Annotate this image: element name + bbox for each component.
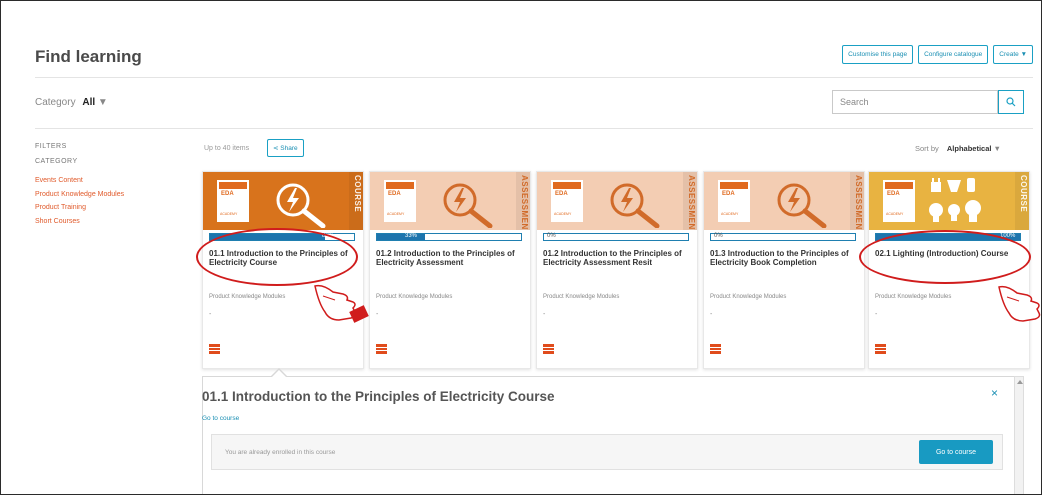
card-category: Product Knowledge Modules (376, 294, 453, 300)
card-type-label: ASSESSMENT (854, 175, 863, 230)
eda-academy-logo: EDA ACADEMY (718, 180, 750, 222)
filter-short-courses[interactable]: Short Courses (35, 218, 124, 232)
divider (35, 128, 1033, 129)
category-selector[interactable]: Category All ▼ (35, 97, 108, 108)
light-bulbs-icon (929, 178, 981, 222)
course-card[interactable]: EDA ACADEMY ASSESSMENT 33% 01.2 Introduc… (369, 171, 531, 369)
card-dash: - (875, 311, 878, 318)
course-type-icon (710, 344, 721, 354)
search-button[interactable] (998, 90, 1024, 114)
card-title[interactable]: 01.2 Introduction to the Principles of E… (376, 249, 524, 267)
progress-bar: 0% (710, 233, 856, 241)
item-count: Up to 40 items (204, 145, 250, 152)
course-type-icon (209, 344, 220, 354)
electricity-magnifier-icon (777, 183, 827, 228)
page-title: Find learning (35, 47, 142, 66)
card-dash: - (710, 311, 713, 318)
card-type-label: COURSE (353, 175, 362, 213)
eda-academy-logo: EDA ACADEMY (883, 180, 915, 222)
header-actions: Customise this page Configure catalogue … (842, 45, 1033, 64)
sort-label: Sort by (915, 144, 939, 153)
filter-product-knowledge-modules[interactable]: Product Knowledge Modules (35, 191, 124, 205)
create-button[interactable]: Create ▼ (993, 45, 1033, 64)
scrollbar[interactable] (1014, 376, 1024, 494)
course-banner: EDA ACADEMY COURSE (203, 172, 363, 230)
electricity-magnifier-icon (610, 183, 660, 228)
course-card[interactable]: EDA ACADEMY ASSESSMENT 0% 01.3 Introduct… (703, 171, 865, 369)
course-banner: EDA ACADEMY ASSESSMENT (537, 172, 697, 230)
filter-events-content[interactable]: Events Content (35, 177, 124, 191)
card-dash: - (543, 311, 546, 318)
card-dash: - (209, 311, 212, 318)
sort-value: Alphabetical (946, 144, 992, 153)
configure-catalogue-button[interactable]: Configure catalogue (918, 45, 989, 64)
card-category: Product Knowledge Modules (875, 294, 952, 300)
eda-academy-logo: EDA ACADEMY (551, 180, 583, 222)
filter-product-training[interactable]: Product Training (35, 204, 124, 218)
share-button[interactable]: ⋖ Share (267, 139, 304, 157)
chevron-down-icon: ▼ (993, 144, 1001, 153)
pointing-hand-icon (998, 285, 1041, 322)
progress-label: 33% (405, 233, 418, 239)
search-input[interactable]: Search (832, 90, 998, 114)
card-category: Product Knowledge Modules (209, 294, 286, 300)
detail-title: 01.1 Introduction to the Principles of E… (202, 389, 555, 404)
course-type-icon (543, 344, 554, 354)
filters-heading: FILTERS (35, 143, 67, 150)
chevron-down-icon: ▼ (97, 97, 108, 108)
share-icon: ⋖ (273, 145, 279, 152)
eda-academy-logo: EDA ACADEMY (384, 180, 416, 222)
card-type-label: COURSE (1019, 175, 1028, 213)
close-icon[interactable]: × (991, 386, 998, 400)
card-title[interactable]: 01.3 Introduction to the Principles of E… (710, 249, 858, 267)
share-label: Share (280, 145, 298, 152)
app-frame: Find learning Customise this page Config… (0, 0, 1042, 495)
course-banner: EDA ACADEMY ASSESSMENT (704, 172, 864, 230)
enrolment-note: You are already enrolled in this course (225, 449, 336, 456)
category-label: Category (35, 97, 76, 108)
category-heading: CATEGORY (35, 158, 78, 165)
category-filter-list: Events Content Product Knowledge Modules… (35, 177, 124, 231)
progress-bar: 33% (376, 233, 522, 241)
progress-label: 0% (714, 233, 723, 239)
go-to-course-button[interactable]: Go to course (919, 440, 993, 464)
card-category: Product Knowledge Modules (710, 294, 787, 300)
card-title[interactable]: 01.2 Introduction to the Principles of E… (543, 249, 691, 267)
progress-label: 0% (547, 233, 556, 239)
course-type-icon (875, 344, 886, 354)
progress-bar: 0% (543, 233, 689, 241)
course-banner: EDA ACADEMY COURSE (869, 172, 1029, 230)
go-to-course-link[interactable]: Go to course (202, 415, 239, 422)
search-icon (1006, 97, 1016, 107)
sort-control[interactable]: Sort by Alphabetical ▼ (915, 144, 1001, 153)
electricity-magnifier-icon (276, 183, 326, 228)
course-type-icon (376, 344, 387, 354)
course-banner: EDA ACADEMY ASSESSMENT (370, 172, 530, 230)
annotation-circle (859, 230, 1031, 284)
electricity-magnifier-icon (443, 183, 493, 228)
card-dash: - (376, 311, 379, 318)
card-type-label: ASSESSMENT (520, 175, 529, 230)
course-card[interactable]: EDA ACADEMY ASSESSMENT 0% 01.2 Introduct… (536, 171, 698, 369)
eda-academy-logo: EDA ACADEMY (217, 180, 249, 222)
card-type-label: ASSESSMENT (687, 175, 696, 230)
card-category: Product Knowledge Modules (543, 294, 620, 300)
divider (35, 77, 1033, 78)
category-value: All (82, 97, 96, 108)
customise-page-button[interactable]: Customise this page (842, 45, 914, 64)
pointing-hand-icon (314, 284, 369, 323)
annotation-circle (196, 228, 358, 286)
